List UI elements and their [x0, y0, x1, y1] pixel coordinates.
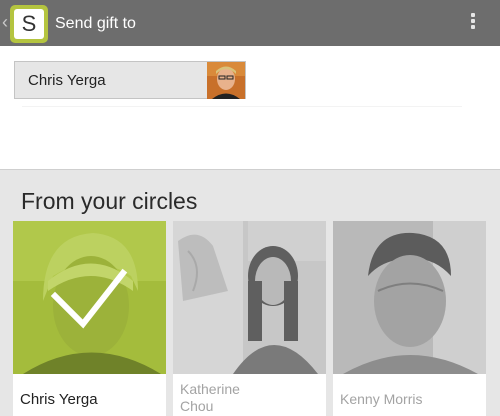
person-photo [333, 221, 486, 374]
circles-heading: From your circles [21, 188, 198, 214]
recipient-chip[interactable]: Chris Yerga [14, 61, 246, 99]
recipient-field[interactable]: Chris Yerga [0, 46, 500, 170]
person-card-kenny-morris[interactable]: Kenny Morris [333, 221, 486, 416]
person-card-name: Chris Yerga [20, 391, 98, 408]
action-bar: ‹ S Send gift to [0, 0, 500, 46]
person-card-name: Kenny Morris [340, 391, 423, 407]
recipient-chip-name: Chris Yerga [28, 72, 106, 89]
person-photo [13, 221, 166, 374]
overflow-menu-icon[interactable] [470, 13, 476, 33]
person-card-name-line2: Chou [180, 398, 214, 414]
app-home-button[interactable]: S [10, 5, 48, 43]
person-photo [173, 221, 326, 374]
person-card-name-line1: Katherine [180, 381, 240, 397]
back-chevron-icon[interactable]: ‹ [2, 11, 8, 33]
person-card-name: Katherine Chou [180, 381, 240, 415]
recipient-avatar [207, 62, 245, 99]
selected-check-icon [50, 268, 128, 329]
app-logo-icon: S [14, 9, 44, 39]
page-title: Send gift to [55, 15, 136, 32]
person-card-katherine-chou[interactable]: Katherine Chou [173, 221, 326, 416]
person-card-chris-yerga[interactable]: Chris Yerga [13, 221, 166, 416]
field-divider [22, 106, 462, 107]
